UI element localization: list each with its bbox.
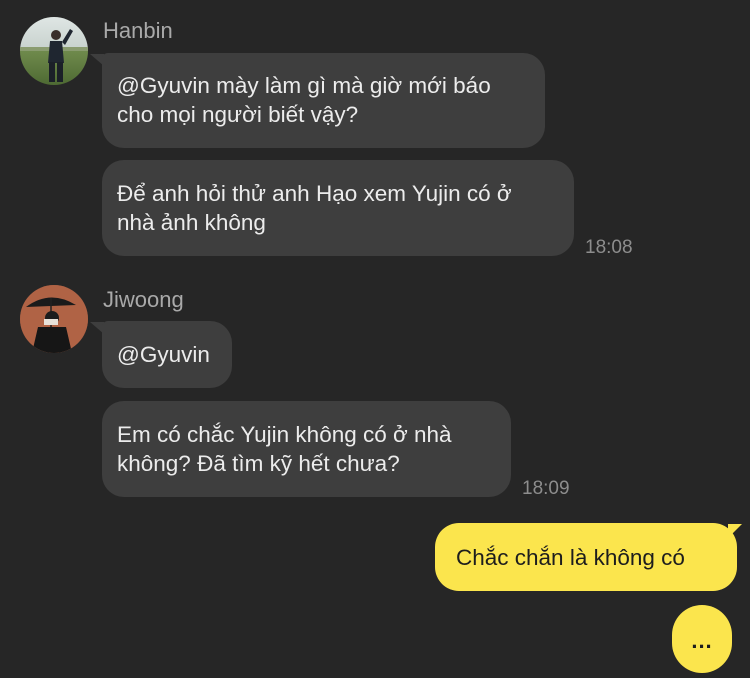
message-bubble[interactable]: @Gyuvin [102,321,232,388]
profile-photo-icon [20,285,88,353]
message-text: @Gyuvin mày làm gì mà giờ mới báo cho mọ… [117,73,491,127]
sender-name: Jiwoong [103,287,184,312]
message-text: Để anh hỏi thử anh Hạo xem Yujin có ở nh… [117,181,512,235]
message-bubble[interactable]: Để anh hỏi thử anh Hạo xem Yujin có ở nh… [102,160,574,256]
typing-indicator: ... [672,605,732,673]
avatar-jiwoong[interactable] [20,285,88,353]
message-timestamp: 18:08 [585,237,633,258]
message-bubble[interactable]: Em có chắc Yujin không có ở nhà không? Đ… [102,401,511,497]
message-text: Chắc chắn là không có [456,545,685,570]
avatar-hanbin[interactable] [20,17,88,85]
message-bubble[interactable]: @Gyuvin mày làm gì mà giờ mới báo cho mọ… [102,53,545,148]
my-message-bubble[interactable]: Chắc chắn là không có [435,523,737,591]
message-text: @Gyuvin [117,342,210,367]
profile-photo-icon [20,17,88,85]
bubble-tail [728,524,742,538]
message-timestamp: 18:09 [522,478,570,499]
sender-name: Hanbin [103,18,173,43]
message-text: Em có chắc Yujin không có ở nhà không? Đ… [117,422,452,476]
chat-thread: Hanbin @Gyuvin mày làm gì mà giờ mới báo… [0,0,750,678]
